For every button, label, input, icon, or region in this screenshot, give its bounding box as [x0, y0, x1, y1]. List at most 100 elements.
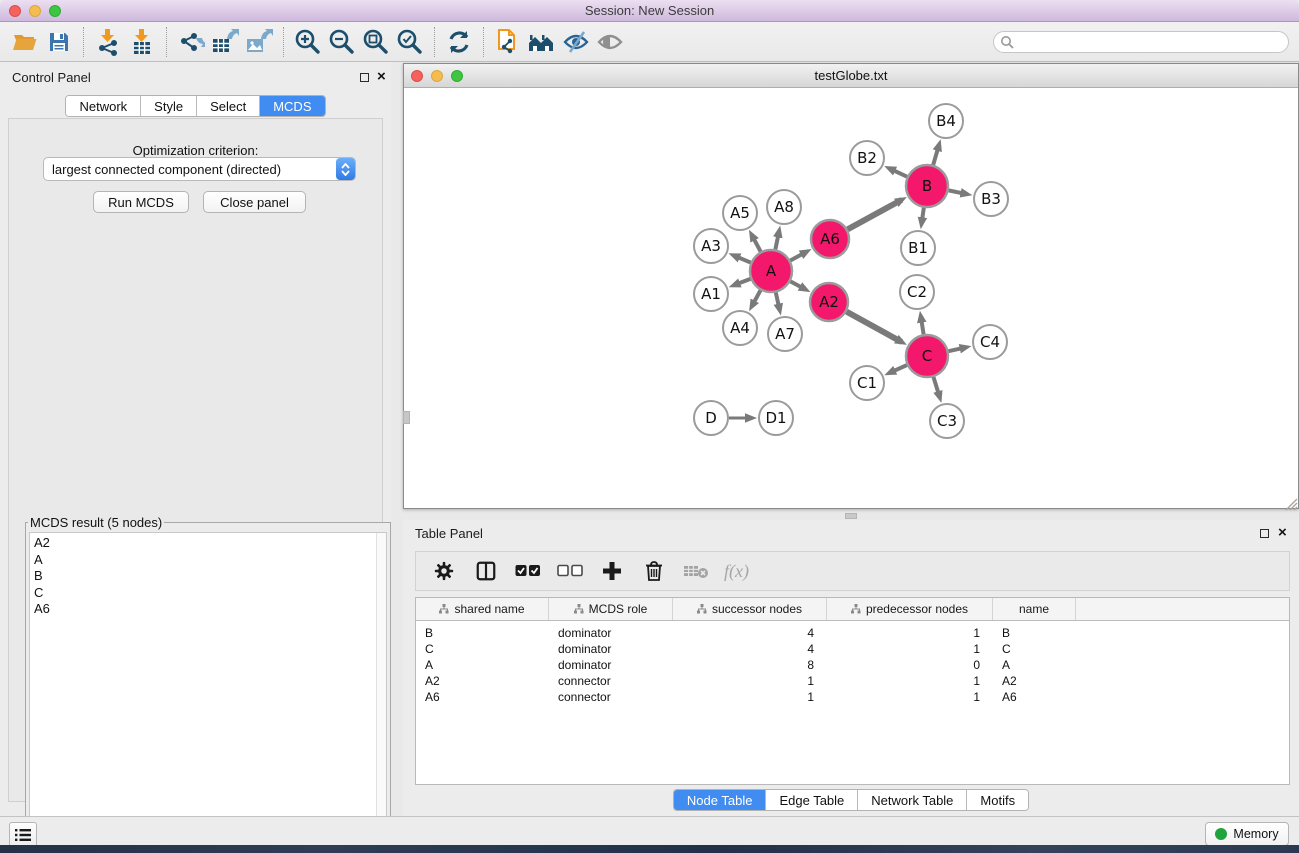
graph-edge-B-B4[interactable]	[933, 145, 939, 165]
graph-edge-A-A3[interactable]	[734, 256, 751, 263]
export-image-icon[interactable]	[242, 26, 276, 58]
tab-mcds[interactable]: MCDS	[260, 96, 324, 116]
graph-edge-A-A7[interactable]	[776, 292, 780, 309]
tab-motifs[interactable]: Motifs	[967, 790, 1028, 810]
window-resize-grip[interactable]	[1283, 496, 1298, 511]
delete-column-icon[interactable]	[640, 555, 668, 587]
graph-edge-A-A2[interactable]	[790, 281, 805, 289]
refresh-icon[interactable]	[442, 26, 476, 58]
graph-edge-A6-B[interactable]	[848, 200, 902, 230]
table-cell[interactable]: A6	[993, 689, 1076, 705]
graph-edge-A2-C[interactable]	[847, 312, 902, 342]
export-table-icon[interactable]	[208, 26, 242, 58]
table-cell[interactable]: B	[993, 625, 1076, 641]
run-mcds-button[interactable]: Run MCDS	[93, 191, 189, 213]
tab-network-table[interactable]: Network Table	[858, 790, 967, 810]
float-table-panel-icon[interactable]	[1260, 529, 1269, 538]
column-header-name[interactable]: name	[993, 598, 1076, 620]
column-header-shared-name[interactable]: shared name	[416, 598, 549, 620]
list-item[interactable]: A	[34, 552, 376, 569]
select-all-columns-icon[interactable]	[514, 555, 542, 587]
graph-edge-A-A1[interactable]	[734, 279, 750, 285]
table-row[interactable]: A6connector11A6	[416, 689, 1289, 705]
zoom-fit-icon[interactable]	[359, 26, 393, 58]
table-cell[interactable]: 8	[673, 657, 827, 673]
column-header-successor-nodes[interactable]: successor nodes	[673, 598, 827, 620]
table-cell[interactable]: A2	[416, 673, 549, 689]
close-table-panel-icon[interactable]: ×	[1278, 524, 1287, 542]
table-cell[interactable]: dominator	[549, 657, 673, 673]
list-item[interactable]: A2	[34, 535, 376, 552]
result-list-scrollbar[interactable]	[376, 533, 386, 848]
graph-edge-C-C3[interactable]	[933, 377, 939, 397]
table-cell[interactable]: connector	[549, 689, 673, 705]
network-vscroll-thumb[interactable]	[403, 411, 410, 424]
show-graphics-details-icon[interactable]	[593, 26, 627, 58]
table-row[interactable]: Cdominator41C	[416, 641, 1289, 657]
task-history-button[interactable]	[9, 822, 37, 847]
graph-edge-C-C1[interactable]	[890, 365, 907, 373]
tab-edge-table[interactable]: Edge Table	[766, 790, 858, 810]
tab-select[interactable]: Select	[197, 96, 260, 116]
open-file-icon[interactable]	[8, 26, 42, 58]
tab-network[interactable]: Network	[66, 96, 141, 116]
hide-graphics-details-icon[interactable]	[559, 26, 593, 58]
zoom-selected-icon[interactable]	[393, 26, 427, 58]
zoom-out-icon[interactable]	[325, 26, 359, 58]
list-item[interactable]: B	[34, 568, 376, 585]
graph-edge-B-B2[interactable]	[890, 169, 907, 177]
table-cell[interactable]: connector	[549, 673, 673, 689]
graph-edge-B-B3[interactable]	[949, 190, 967, 194]
table-cell[interactable]: 1	[827, 625, 993, 641]
graph-edge-C-C2[interactable]	[921, 317, 924, 335]
table-cell[interactable]: 1	[673, 673, 827, 689]
network-canvas[interactable]: B4B2BB3A5A8A6A3B1AA1C2A2A4A7CC4C1C3DD1	[404, 88, 1298, 508]
float-panel-icon[interactable]	[360, 73, 369, 82]
table-cell[interactable]: 1	[673, 689, 827, 705]
delete-table-icon[interactable]	[682, 555, 710, 587]
tab-style[interactable]: Style	[141, 96, 197, 116]
export-network-icon[interactable]	[174, 26, 208, 58]
graph-edge-A-A6[interactable]	[790, 252, 806, 261]
table-row[interactable]: Adominator80A	[416, 657, 1289, 673]
add-column-icon[interactable]	[598, 555, 626, 587]
zoom-in-icon[interactable]	[291, 26, 325, 58]
table-cell[interactable]: B	[416, 625, 549, 641]
close-panel-icon[interactable]: ×	[377, 68, 386, 86]
column-header-MCDS-role[interactable]: MCDS role	[549, 598, 673, 620]
import-table-icon[interactable]	[125, 26, 159, 58]
table-cell[interactable]: 4	[673, 625, 827, 641]
network-overview-icon[interactable]	[525, 26, 559, 58]
tab-node-table[interactable]: Node Table	[674, 790, 767, 810]
table-cell[interactable]: 0	[827, 657, 993, 673]
table-cell[interactable]: A	[416, 657, 549, 673]
graph-edge-B-B1[interactable]	[922, 208, 924, 223]
search-input[interactable]	[1014, 33, 1288, 51]
table-cell[interactable]: 1	[827, 689, 993, 705]
table-cell[interactable]: A	[993, 657, 1076, 673]
table-cell[interactable]: 1	[827, 673, 993, 689]
clone-network-icon[interactable]	[491, 26, 525, 58]
import-network-icon[interactable]	[91, 26, 125, 58]
memory-button[interactable]: Memory	[1205, 822, 1289, 846]
table-cell[interactable]: dominator	[549, 641, 673, 657]
graph-edge-A-A4[interactable]	[752, 290, 761, 306]
table-cell[interactable]: 1	[827, 641, 993, 657]
list-item[interactable]: A6	[34, 601, 376, 618]
table-cell[interactable]: dominator	[549, 625, 673, 641]
window-titlebar[interactable]: Session: New Session	[0, 0, 1299, 22]
close-panel-button[interactable]: Close panel	[203, 191, 306, 213]
show-column-panel-icon[interactable]	[472, 555, 500, 587]
table-cell[interactable]: C	[993, 641, 1076, 657]
function-builder-icon[interactable]: f(x)	[724, 561, 749, 582]
unselect-all-columns-icon[interactable]	[556, 555, 584, 587]
graph-edge-C-C4[interactable]	[948, 347, 965, 351]
settings-gear-icon[interactable]	[430, 555, 458, 587]
network-window-titlebar[interactable]: testGlobe.txt	[404, 64, 1298, 88]
list-item[interactable]: C	[34, 585, 376, 602]
graph-edge-A-A5[interactable]	[752, 235, 761, 252]
save-icon[interactable]	[42, 26, 76, 58]
table-row[interactable]: A2connector11A2	[416, 673, 1289, 689]
column-header-predecessor-nodes[interactable]: predecessor nodes	[827, 598, 993, 620]
table-cell[interactable]: A2	[993, 673, 1076, 689]
